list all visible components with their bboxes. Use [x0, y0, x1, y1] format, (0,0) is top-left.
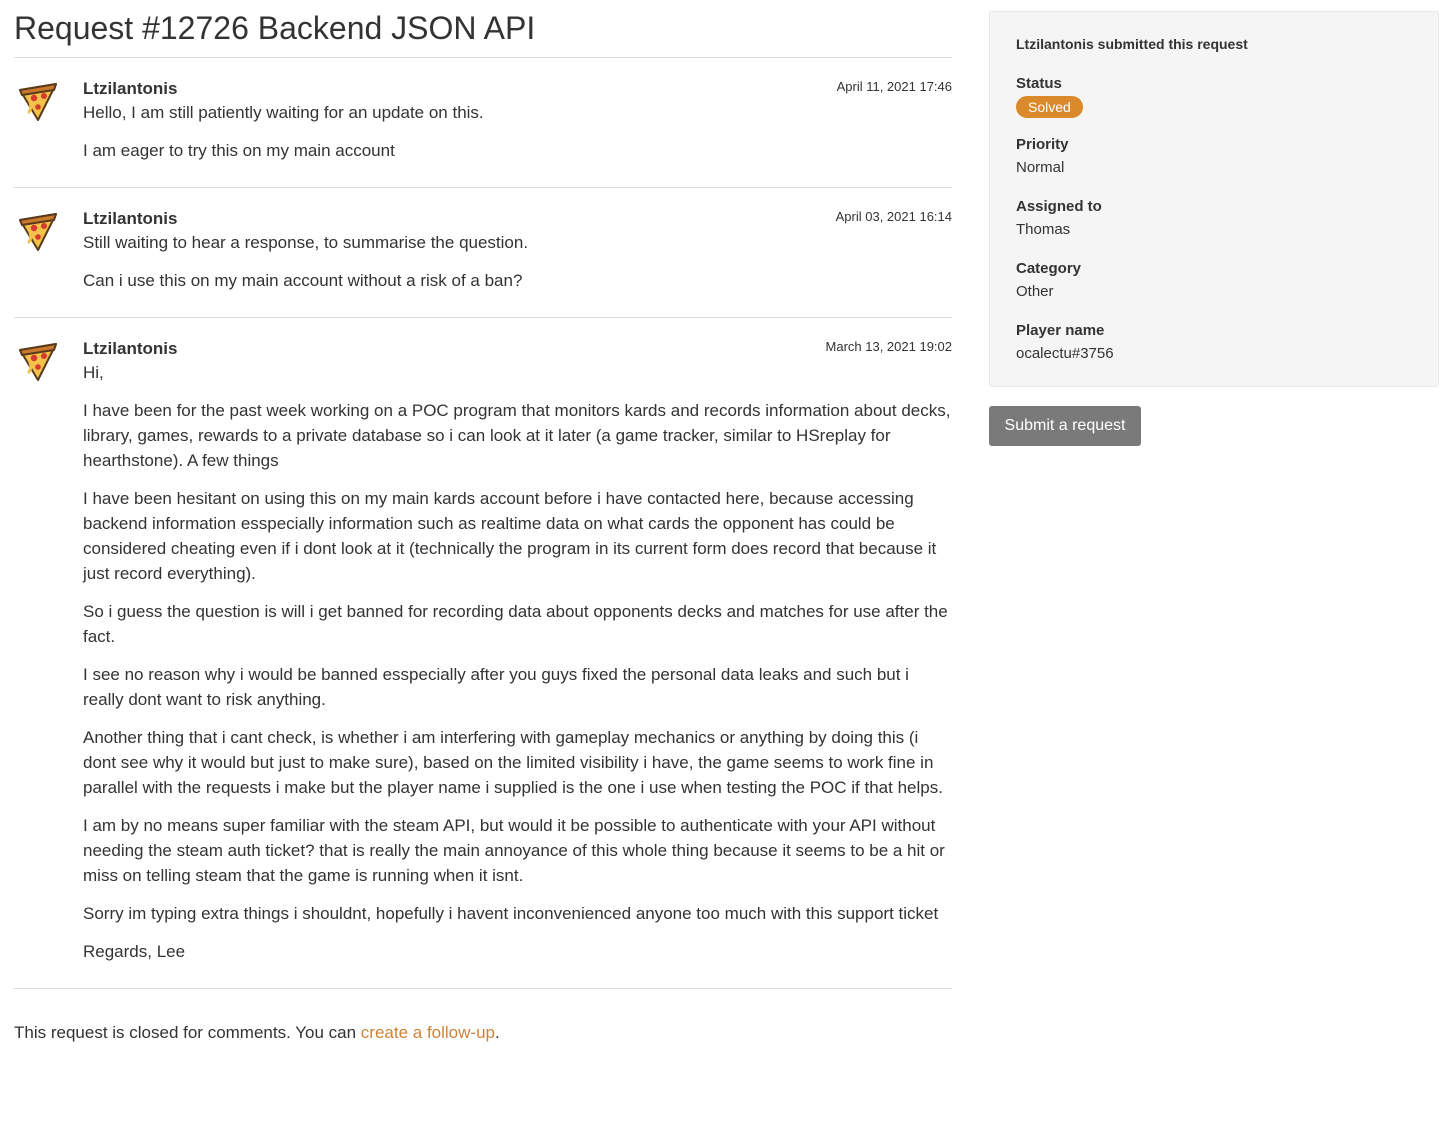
assigned-field: Assigned to Thomas — [1016, 196, 1412, 242]
comment-date: March 13, 2021 19:02 — [825, 339, 952, 354]
comment-paragraph: I see no reason why i would be banned es… — [83, 665, 909, 709]
assigned-value: Thomas — [1016, 221, 1071, 238]
comment-paragraph: Sorry im typing extra things i shouldnt,… — [83, 904, 939, 923]
player-name-value: ocalectu#3756 — [1016, 345, 1114, 362]
create-follow-up-link[interactable]: create a follow-up — [361, 1023, 495, 1042]
submit-request-button[interactable]: Submit a request — [989, 406, 1141, 446]
request-details-panel: Ltzilantonis submitted this request Stat… — [989, 11, 1439, 387]
closed-notice-period: . — [494, 1023, 500, 1042]
status-field: Status Solved — [1016, 73, 1412, 118]
player-name-field: Player name ocalectu#3756 — [1016, 320, 1412, 366]
comment-paragraph: I am by no means super familiar with the… — [83, 816, 945, 885]
status-badge: Solved — [1016, 96, 1083, 118]
comment-paragraph: Another thing that i cant check, is whet… — [83, 728, 943, 797]
player-name-label: Player name — [1016, 322, 1105, 339]
comment-paragraph: I have been for the past week working on… — [83, 401, 951, 470]
comment-author: Ltzilantonis — [83, 209, 178, 228]
comment-date: April 03, 2021 16:14 — [835, 209, 952, 224]
comment-item: Ltzilantonis March 13, 2021 19:02 Hi, I … — [14, 318, 952, 989]
status-label: Status — [1016, 75, 1062, 92]
comment-body: Hi, I have been for the past week workin… — [83, 360, 952, 964]
comment-paragraph: Can i use this on my main account withou… — [83, 271, 523, 290]
closed-notice-text: This request is closed for comments. You… — [14, 1023, 361, 1042]
pizza-slice-icon — [19, 83, 57, 121]
comment-paragraph: Hello, I am still patiently waiting for … — [83, 103, 484, 122]
priority-value: Normal — [1016, 159, 1065, 176]
comment-paragraph: Hi, — [83, 363, 104, 382]
comment-author: Ltzilantonis — [83, 79, 178, 98]
submitter-text: Ltzilantonis submitted this request — [1016, 36, 1248, 52]
priority-label: Priority — [1016, 136, 1069, 153]
comment-paragraph: I have been hesitant on using this on my… — [83, 489, 937, 583]
request-main: Request #12726 Backend JSON API Ltzilant… — [14, 0, 952, 1045]
comment-paragraph: I am eager to try this on my main accoun… — [83, 141, 395, 160]
comment-body: Hello, I am still patiently waiting for … — [83, 100, 952, 163]
comment-item: Ltzilantonis April 03, 2021 16:14 Still … — [14, 188, 952, 318]
category-label: Category — [1016, 260, 1082, 277]
comment-author: Ltzilantonis — [83, 339, 178, 358]
pizza-slice-icon — [19, 343, 57, 381]
comment-item: Ltzilantonis April 11, 2021 17:46 Hello,… — [14, 58, 952, 188]
assigned-label: Assigned to — [1016, 198, 1102, 215]
pizza-slice-icon — [19, 213, 57, 251]
page-title: Request #12726 Backend JSON API — [14, 0, 952, 58]
comment-paragraph: Still waiting to hear a response, to sum… — [83, 233, 529, 252]
category-value: Other — [1016, 283, 1054, 300]
comment-body: Still waiting to hear a response, to sum… — [83, 230, 952, 293]
priority-field: Priority Normal — [1016, 134, 1412, 180]
comment-paragraph: Regards, Lee — [83, 942, 186, 961]
comment-paragraph: So i guess the question is will i get ba… — [83, 602, 948, 646]
comment-date: April 11, 2021 17:46 — [836, 79, 952, 94]
closed-notice: This request is closed for comments. You… — [14, 1020, 952, 1045]
category-field: Category Other — [1016, 258, 1412, 304]
